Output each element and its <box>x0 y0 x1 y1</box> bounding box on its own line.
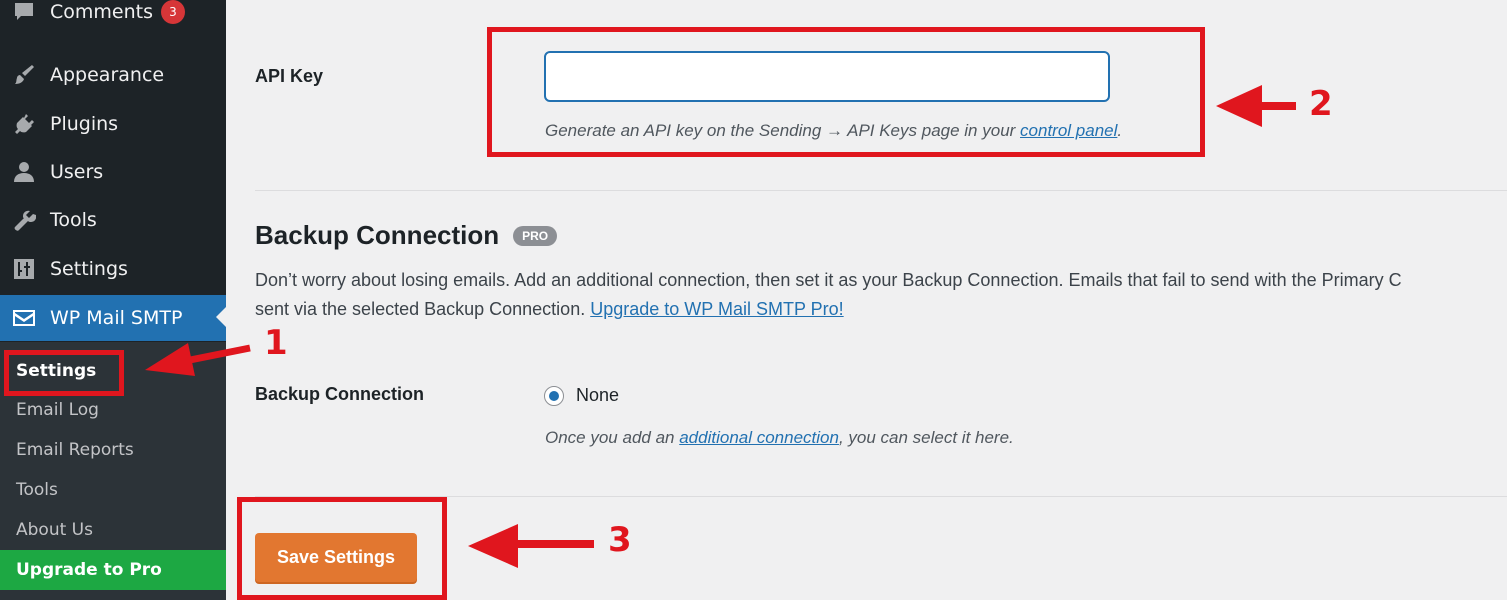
sidebar-item-label: Tools <box>50 209 97 231</box>
paintbrush-icon <box>11 62 37 88</box>
sidebar-item-appearance[interactable]: Appearance <box>0 53 226 97</box>
sidebar-item-users[interactable]: Users <box>0 150 226 194</box>
submenu-item-tools[interactable]: Tools <box>0 470 226 510</box>
mail-icon <box>11 305 37 331</box>
additional-connection-link[interactable]: additional connection <box>679 428 839 447</box>
radio-label: None <box>576 385 620 405</box>
submenu-item-about-us[interactable]: About Us <box>0 510 226 550</box>
annotation-arrow-1 <box>145 343 251 376</box>
submenu-item-email-reports[interactable]: Email Reports <box>0 430 226 470</box>
submenu-item-upgrade-to-pro[interactable]: Upgrade to Pro <box>0 550 226 590</box>
sidebar-item-label: Appearance <box>50 64 165 86</box>
radio-selected-dot <box>549 390 559 401</box>
user-icon <box>11 159 37 185</box>
annotation-box-settings <box>4 350 124 396</box>
section-title-text: Backup Connection <box>255 220 500 250</box>
api-key-label: API Key <box>255 66 324 86</box>
sidebar-item-plugins[interactable]: Plugins <box>0 102 226 146</box>
help-suffix: , you can select it here. <box>838 428 1014 447</box>
sidebar-item-label: Settings <box>50 258 128 280</box>
comment-bubble-icon <box>11 0 37 25</box>
backup-connection-none-option[interactable]: None <box>544 385 619 406</box>
plug-icon <box>11 111 37 137</box>
sidebar-item-label: Users <box>50 161 104 183</box>
backup-connection-help: Once you add an additional connection, y… <box>545 428 1014 448</box>
submenu-item-email-log[interactable]: Email Log <box>0 390 226 430</box>
backup-connection-label: Backup Connection <box>255 384 425 404</box>
intro-text: sent via the selected Backup Connection. <box>255 299 591 319</box>
backup-connection-intro: Don’t worry about losing emails. Add an … <box>255 266 1507 324</box>
settings-sliders-icon <box>11 256 37 282</box>
annotation-arrow-2 <box>1216 85 1296 127</box>
admin-sidebar: Comments 3 Appearance Plugins Users Tool… <box>0 0 226 600</box>
radio-button[interactable] <box>544 385 564 406</box>
section-divider <box>255 190 1507 191</box>
help-text: Once you add an <box>545 428 680 447</box>
sidebar-item-tools[interactable]: Tools <box>0 198 226 242</box>
annotation-box-save <box>237 497 447 600</box>
active-menu-notch <box>216 307 226 327</box>
annotation-box-api-key <box>487 27 1205 157</box>
backup-connection-heading: Backup Connection PRO <box>255 220 558 251</box>
sidebar-item-label: Plugins <box>50 113 119 135</box>
sidebar-item-label: WP Mail SMTP <box>50 307 183 329</box>
annotation-arrow-3 <box>468 524 594 568</box>
upgrade-pro-link[interactable]: Upgrade to WP Mail SMTP Pro! <box>590 299 843 319</box>
sidebar-item-comments[interactable]: Comments 3 <box>0 0 226 34</box>
annotation-number-3: 3 <box>608 520 632 560</box>
sidebar-item-label: Comments <box>50 1 153 23</box>
intro-line: Don’t worry about losing emails. Add an … <box>255 270 1402 290</box>
wrench-icon <box>11 207 37 233</box>
pro-badge: PRO <box>513 225 558 246</box>
sidebar-item-settings[interactable]: Settings <box>0 247 226 291</box>
comment-count-badge: 3 <box>161 0 185 24</box>
annotation-number-1: 1 <box>264 323 288 363</box>
intro-line: sent via the selected Backup Connection.… <box>255 295 1507 324</box>
annotation-number-2: 2 <box>1309 84 1333 124</box>
